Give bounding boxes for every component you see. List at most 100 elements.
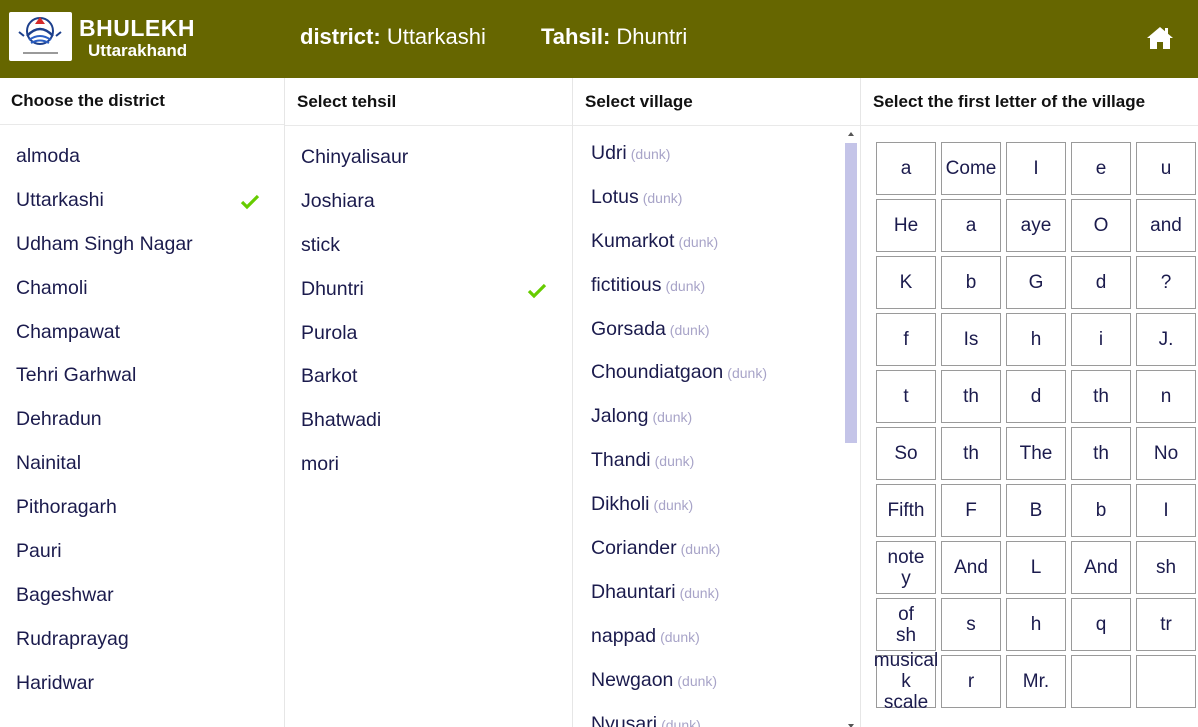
district-item[interactable]: Tehri Garhwal [0, 354, 284, 398]
letter-button[interactable]: He [876, 199, 936, 252]
letter-button[interactable] [1136, 655, 1196, 708]
letter-button[interactable]: L [1006, 541, 1066, 594]
tehsil-item[interactable]: Barkot [285, 355, 572, 399]
letter-button[interactable]: note y [876, 541, 936, 594]
letter-button[interactable]: O [1071, 199, 1131, 252]
district-item[interactable]: Dehradun [0, 398, 284, 442]
village-item[interactable]: Kumarkot (dunk) [573, 220, 860, 264]
letter-button[interactable]: q [1071, 598, 1131, 651]
village-item[interactable]: Thandi (dunk) [573, 439, 860, 483]
letter-button[interactable]: s [941, 598, 1001, 651]
letter-button[interactable]: I [1136, 484, 1196, 537]
letter-button[interactable]: sh [1136, 541, 1196, 594]
district-item-label: Chamoli [16, 276, 88, 299]
village-item[interactable]: Jalong (dunk) [573, 395, 860, 439]
village-item-label: Dhauntari [591, 580, 676, 603]
district-item[interactable]: Haridwar [0, 662, 284, 706]
letter-button[interactable]: f [876, 313, 936, 366]
letter-button-label: th [963, 443, 979, 464]
tehsil-item[interactable]: Joshiara [285, 180, 572, 224]
letter-button[interactable]: t [876, 370, 936, 423]
letter-button[interactable]: G [1006, 256, 1066, 309]
district-item-label: Uttarkashi [16, 188, 104, 211]
letter-button[interactable]: And [941, 541, 1001, 594]
home-icon[interactable] [1146, 25, 1174, 51]
letter-button[interactable]: Mr. [1006, 655, 1066, 708]
village-scrollbar[interactable] [845, 132, 857, 727]
letter-button[interactable]: and [1136, 199, 1196, 252]
letter-button[interactable]: of sh [876, 598, 936, 651]
letter-button[interactable]: No [1136, 427, 1196, 480]
village-item[interactable]: Dhauntari (dunk) [573, 571, 860, 615]
letter-button[interactable]: i [1071, 313, 1131, 366]
letter-button[interactable]: th [1071, 427, 1131, 480]
letter-button[interactable]: e [1071, 142, 1131, 195]
letter-button[interactable]: B [1006, 484, 1066, 537]
letter-button[interactable]: r [941, 655, 1001, 708]
letter-button[interactable]: musical k scale [874, 650, 938, 713]
village-item[interactable]: Lotus (dunk) [573, 176, 860, 220]
letter-button[interactable]: K [876, 256, 936, 309]
letter-button[interactable]: aye [1006, 199, 1066, 252]
letter-button[interactable]: th [1071, 370, 1131, 423]
village-item[interactable]: fictitious (dunk) [573, 264, 860, 308]
letter-button[interactable]: J. [1136, 313, 1196, 366]
letter-button[interactable]: th [941, 370, 1001, 423]
village-item[interactable]: Udri (dunk) [573, 132, 860, 176]
village-item[interactable]: Choundiatgaon (dunk) [573, 351, 860, 395]
letter-button[interactable]: n [1136, 370, 1196, 423]
district-item[interactable]: Pauri [0, 530, 284, 574]
letter-button-label: s [966, 614, 976, 635]
letter-button[interactable]: a [941, 199, 1001, 252]
letter-button-label: h [1030, 329, 1042, 350]
tehsil-item[interactable]: Chinyalisaur [285, 136, 572, 180]
letter-button[interactable]: F [941, 484, 1001, 537]
village-item[interactable]: Gorsada (dunk) [573, 308, 860, 352]
scrollbar-thumb[interactable] [845, 143, 857, 443]
district-item[interactable]: almoda [0, 135, 284, 179]
district-item[interactable]: Champawat [0, 311, 284, 355]
scroll-up-arrow-icon[interactable] [848, 132, 854, 136]
district-item[interactable]: Rudraprayag [0, 618, 284, 662]
letter-button-label: b [965, 272, 977, 293]
letter-button[interactable]: Is [941, 313, 1001, 366]
uttarakhand-logo [9, 12, 72, 61]
letter-button[interactable]: b [941, 256, 1001, 309]
district-item[interactable]: Uttarkashi [0, 179, 284, 223]
letter-button[interactable]: Come [941, 142, 1001, 195]
village-item[interactable]: nappad (dunk) [573, 615, 860, 659]
letter-button[interactable]: h [1006, 313, 1066, 366]
tehsil-item[interactable]: Bhatwadi [285, 399, 572, 443]
district-item[interactable]: Chamoli [0, 267, 284, 311]
letter-button[interactable]: The [1006, 427, 1066, 480]
letter-button[interactable]: h [1006, 598, 1066, 651]
district-item[interactable]: Pithoragarh [0, 486, 284, 530]
letter-button[interactable]: Fifth [876, 484, 936, 537]
village-item-label: Dikholi [591, 493, 650, 516]
letter-button[interactable]: th [941, 427, 1001, 480]
district-item[interactable]: Nainital [0, 442, 284, 486]
letter-button[interactable]: d [1006, 370, 1066, 423]
letter-button-label: a [900, 158, 912, 179]
tehsil-item[interactable]: stick [285, 224, 572, 268]
letter-button[interactable]: u [1136, 142, 1196, 195]
letter-button[interactable]: b [1071, 484, 1131, 537]
letter-button[interactable] [1071, 655, 1131, 708]
letter-button[interactable]: And [1071, 541, 1131, 594]
village-item[interactable]: Nyusari (dunk) [573, 703, 860, 727]
tehsil-item[interactable]: Purola [285, 312, 572, 356]
letter-button[interactable]: tr [1136, 598, 1196, 651]
district-item[interactable]: Bageshwar [0, 574, 284, 618]
tehsil-item[interactable]: Dhuntri [285, 268, 572, 312]
letter-button[interactable]: d [1071, 256, 1131, 309]
village-item[interactable]: Newgaon (dunk) [573, 659, 860, 703]
village-item-label: fictitious [591, 273, 662, 296]
tehsil-item[interactable]: mori [285, 443, 572, 487]
letter-button[interactable]: I [1006, 142, 1066, 195]
letter-button[interactable]: ? [1136, 256, 1196, 309]
village-item[interactable]: Dikholi (dunk) [573, 483, 860, 527]
district-item[interactable]: Udham Singh Nagar [0, 223, 284, 267]
letter-button[interactable]: a [876, 142, 936, 195]
letter-button[interactable]: So [876, 427, 936, 480]
village-item[interactable]: Coriander (dunk) [573, 527, 860, 571]
